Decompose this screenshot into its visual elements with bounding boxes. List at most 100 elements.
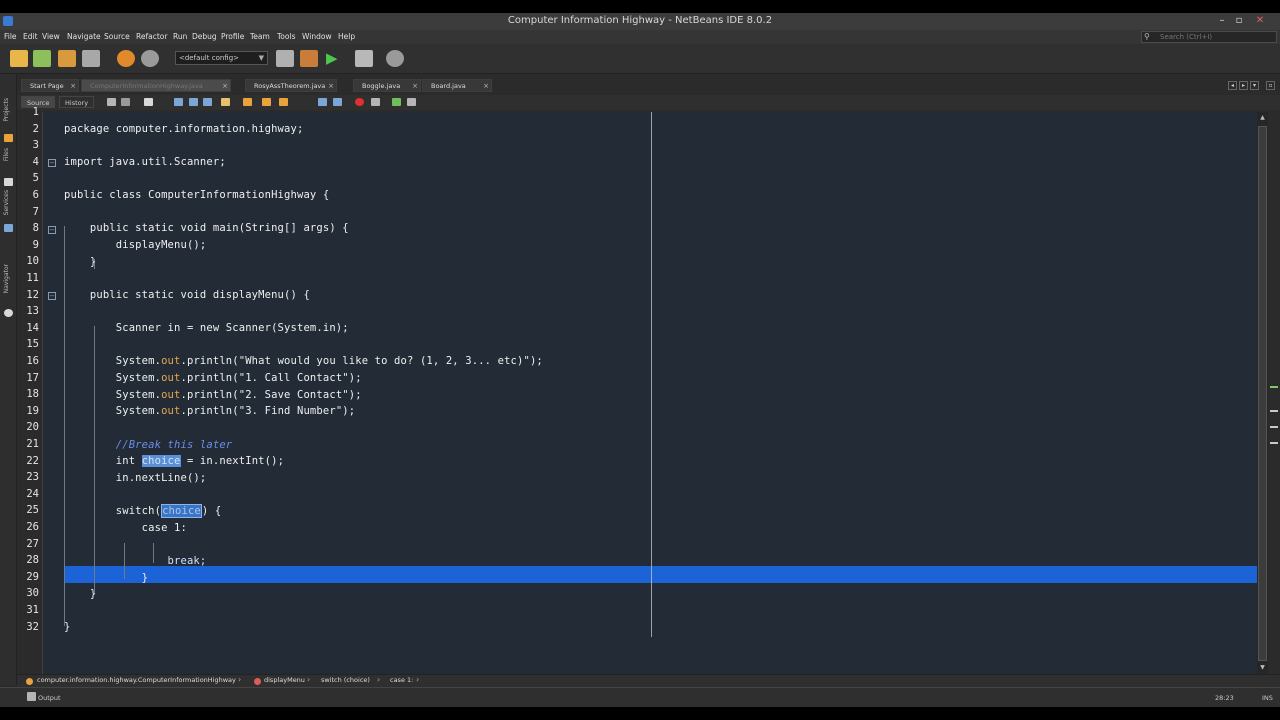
code-token: switch(	[64, 505, 162, 517]
current-line-highlight	[64, 566, 1257, 583]
tab-scroll-left-icon[interactable]: ◂	[1228, 81, 1237, 90]
back-icon[interactable]	[121, 98, 130, 106]
output-tab[interactable]: Output	[38, 694, 61, 702]
close-icon[interactable]: ✕	[1252, 14, 1268, 28]
scroll-down-icon[interactable]: ▼	[1258, 664, 1267, 673]
breadcrumb-class[interactable]: computer.information.highway.ComputerInf…	[37, 676, 236, 684]
history-mode-button[interactable]: History	[59, 96, 95, 108]
shift-left-icon[interactable]	[318, 98, 327, 106]
menu-window[interactable]: Window	[302, 32, 332, 41]
scroll-up-icon[interactable]: ▲	[1258, 114, 1267, 123]
clean-build-icon[interactable]	[300, 50, 318, 67]
maximize-icon[interactable]: ▫	[1231, 14, 1247, 28]
menu-profile[interactable]: Profile	[221, 32, 244, 41]
shift-right-icon[interactable]	[333, 98, 342, 106]
editor-vertical-scrollbar[interactable]: ▲ ▼	[1257, 112, 1268, 674]
stripe-marker[interactable]	[1270, 386, 1278, 388]
menu-tools[interactable]: Tools	[277, 32, 295, 41]
new-file-icon[interactable]	[10, 50, 28, 67]
side-tab-projects[interactable]: Projects	[3, 98, 10, 122]
undo-icon[interactable]	[117, 50, 135, 67]
search-icon: ⚲	[1144, 32, 1150, 41]
close-icon[interactable]: ×	[412, 80, 418, 93]
previous-bookmark-icon[interactable]	[243, 98, 252, 106]
tab-board[interactable]: Board.java ×	[422, 79, 492, 92]
highlighted-variable: choice	[161, 504, 202, 518]
menu-refactor[interactable]: Refactor	[136, 32, 167, 41]
line-number: 3	[32, 139, 39, 152]
menu-navigate[interactable]: Navigate	[67, 32, 101, 41]
profile-icon[interactable]	[386, 50, 404, 67]
menu-debug[interactable]: Debug	[192, 32, 217, 41]
stop-macro-icon[interactable]	[371, 98, 380, 106]
open-project-icon[interactable]	[58, 50, 76, 67]
menu-view[interactable]: View	[42, 32, 60, 41]
code-token-out: out	[161, 372, 181, 384]
main-toolbar: <default config> ▼ ▶	[0, 44, 1280, 74]
redo-icon[interactable]	[141, 50, 159, 67]
side-tab-files[interactable]: Files	[3, 148, 10, 161]
code-line-26: case 1:	[64, 522, 187, 534]
fold-toggle-icon[interactable]: −	[48, 292, 56, 300]
close-icon[interactable]: ×	[483, 80, 489, 93]
build-icon[interactable]	[276, 50, 294, 67]
menu-source[interactable]: Source	[104, 32, 130, 41]
find-icon[interactable]	[174, 98, 183, 106]
fold-toggle-icon[interactable]: −	[48, 226, 56, 234]
tab-scroll-right-icon[interactable]: ▸	[1239, 81, 1248, 90]
config-select[interactable]: <default config> ▼	[175, 51, 268, 65]
run-icon[interactable]: ▶	[326, 50, 344, 67]
close-icon[interactable]: ×	[70, 80, 76, 93]
tab-list-icon[interactable]: ▾	[1250, 81, 1259, 90]
maximize-editor-icon[interactable]: ▫	[1266, 81, 1275, 90]
breadcrumb-method[interactable]: displayMenu	[264, 676, 305, 684]
stripe-marker[interactable]	[1270, 442, 1278, 444]
record-macro-icon[interactable]	[355, 98, 364, 106]
toggle-bookmark-icon[interactable]	[279, 98, 288, 106]
new-project-icon[interactable]	[33, 50, 51, 67]
breadcrumb-switch[interactable]: switch (choice)	[321, 676, 370, 684]
debug-icon[interactable]	[355, 50, 373, 67]
line-number: 13	[26, 305, 39, 318]
side-tab-navigator[interactable]: Navigator	[3, 264, 10, 293]
menu-team[interactable]: Team	[250, 32, 270, 41]
side-tab-services[interactable]: Services	[3, 190, 10, 215]
find-next-icon[interactable]	[203, 98, 212, 106]
search-input[interactable]	[1160, 32, 1270, 42]
tab-start-page[interactable]: Start Page ×	[21, 79, 79, 92]
line-number: 32	[26, 620, 39, 633]
fold-toggle-icon[interactable]: −	[48, 159, 56, 167]
find-previous-icon[interactable]	[189, 98, 198, 106]
output-icon	[27, 692, 36, 701]
close-icon[interactable]: ×	[222, 80, 228, 91]
scrollbar-thumb[interactable]	[1258, 126, 1267, 661]
forward-icon[interactable]	[144, 98, 153, 106]
line-number: 28	[26, 554, 39, 567]
comment-icon[interactable]	[392, 98, 401, 106]
code-token: .println("1. Call Contact");	[180, 372, 362, 384]
menu-file[interactable]: File	[4, 32, 17, 41]
breadcrumb-case[interactable]: case 1:	[390, 676, 413, 684]
menu-help[interactable]: Help	[338, 32, 355, 41]
last-edit-icon[interactable]	[107, 98, 116, 106]
uncomment-icon[interactable]	[407, 98, 416, 106]
tab-boggle[interactable]: Boggle.java ×	[353, 79, 421, 92]
stripe-marker[interactable]	[1270, 426, 1278, 428]
tab-rosyasstheorem[interactable]: RosyAssTheorem.java ×	[245, 79, 337, 92]
next-bookmark-icon[interactable]	[262, 98, 271, 106]
close-icon[interactable]: ×	[328, 80, 334, 93]
letterbox-top	[0, 0, 1280, 13]
line-number: 16	[26, 355, 39, 367]
stripe-marker[interactable]	[1270, 410, 1278, 412]
minimize-icon[interactable]: –	[1214, 14, 1230, 28]
toggle-highlight-icon[interactable]	[221, 98, 230, 106]
insert-mode: INS	[1262, 694, 1273, 702]
tab-computerinformationhighway[interactable]: ComputerInformationHighway.java ×	[81, 79, 231, 92]
save-all-icon[interactable]	[82, 50, 100, 67]
menu-edit[interactable]: Edit	[23, 32, 38, 41]
chevron-right-icon: ›	[307, 675, 311, 684]
code-token-out: out	[161, 355, 181, 367]
search-box[interactable]: ⚲	[1141, 31, 1277, 43]
menu-run[interactable]: Run	[173, 32, 187, 41]
code-line-17: System.out.println("1. Call Contact");	[64, 372, 362, 384]
